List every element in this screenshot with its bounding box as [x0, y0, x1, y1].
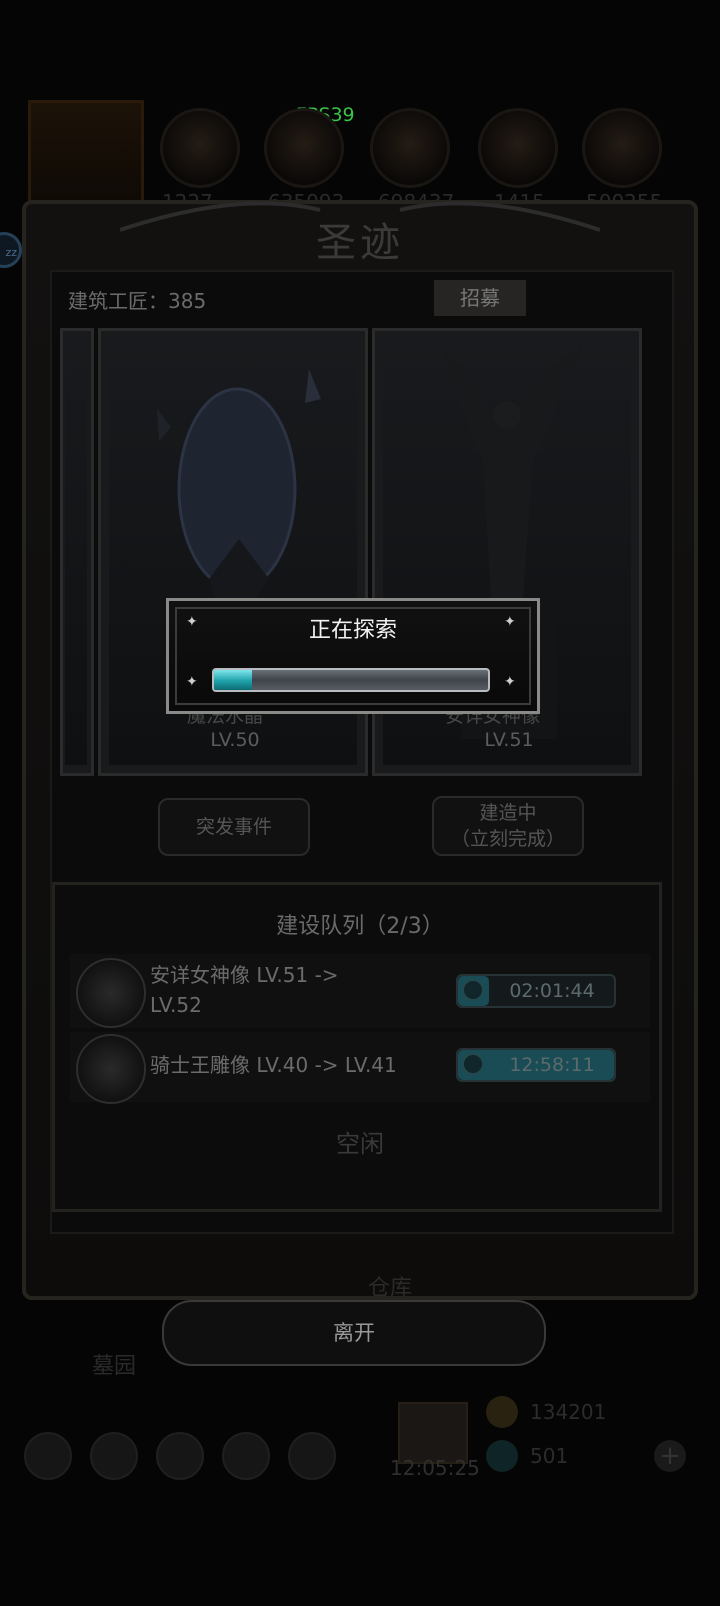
bottom-menu-icon-5[interactable] — [288, 1432, 336, 1480]
knight-statue-icon — [76, 1034, 146, 1104]
card-level-1: LV.50 — [210, 729, 260, 751]
clock-icon — [462, 1053, 484, 1075]
bottom-timer: 12:05:25 — [390, 1456, 480, 1480]
timer-2-text: 12:58:11 — [509, 1054, 595, 1076]
resource-icon-5 — [582, 108, 662, 188]
card-level-2: LV.51 — [484, 729, 534, 751]
bottom-menu-icon-4[interactable] — [222, 1432, 270, 1480]
gold-value: 134201 — [530, 1400, 607, 1424]
building-label: 建造中 — [479, 802, 537, 824]
angel-statue-icon — [76, 958, 146, 1028]
finish-now-label: （立刻完成） — [450, 828, 565, 850]
sparkle-icon: ✦ — [186, 674, 198, 690]
garden-label: 墓园 — [92, 1354, 137, 1379]
gem-icon — [486, 1440, 518, 1472]
bottom-menu-icon-2[interactable] — [90, 1432, 138, 1480]
resource-icon-4 — [478, 108, 558, 188]
building-finish-now-button[interactable]: 建造中 （立刻完成） — [432, 796, 584, 856]
leave-button[interactable]: 离开 — [162, 1300, 546, 1366]
recruit-button[interactable]: 招募 — [434, 280, 526, 316]
timer-1-text: 02:01:44 — [509, 980, 595, 1002]
exploring-progress-fill — [214, 670, 253, 690]
card-partial-left[interactable] — [60, 328, 94, 776]
queue-item-1-text: 安详女神像 LV.51 -> LV.52 — [150, 963, 339, 1017]
sparkle-icon: ✦ — [504, 674, 516, 690]
exploring-title: 正在探索 — [308, 618, 397, 643]
queue-item-2-text: 骑士王雕像 LV.40 -> LV.41 — [150, 1053, 397, 1077]
gold-coin-icon — [486, 1396, 518, 1428]
queue-idle-slot[interactable]: 空闲 — [0, 1124, 720, 1159]
gift-box-icon[interactable] — [398, 1402, 468, 1464]
resource-icon-1 — [160, 108, 240, 188]
add-currency-button[interactable]: + — [654, 1440, 686, 1472]
gem-value: 501 — [530, 1444, 569, 1468]
warehouse-label: 仓库 — [368, 1276, 413, 1301]
panel-title: 圣迹 — [316, 220, 404, 266]
clock-icon — [462, 979, 484, 1001]
bottom-menu-icon-1[interactable] — [24, 1432, 72, 1480]
workers-count: 建筑工匠：385 — [68, 289, 207, 313]
resource-icon-3 — [370, 108, 450, 188]
sudden-event-button[interactable]: 突发事件 — [158, 798, 310, 856]
queue-timer-1[interactable]: 02:01:44 — [456, 974, 616, 1008]
exploring-progress-bar — [212, 668, 490, 692]
build-queue-title: 建设队列（2/3） — [276, 914, 444, 939]
queue-timer-2[interactable]: 12:58:11 — [456, 1048, 616, 1082]
bottom-menu-icon-3[interactable] — [156, 1432, 204, 1480]
resource-icon-2 — [264, 108, 344, 188]
